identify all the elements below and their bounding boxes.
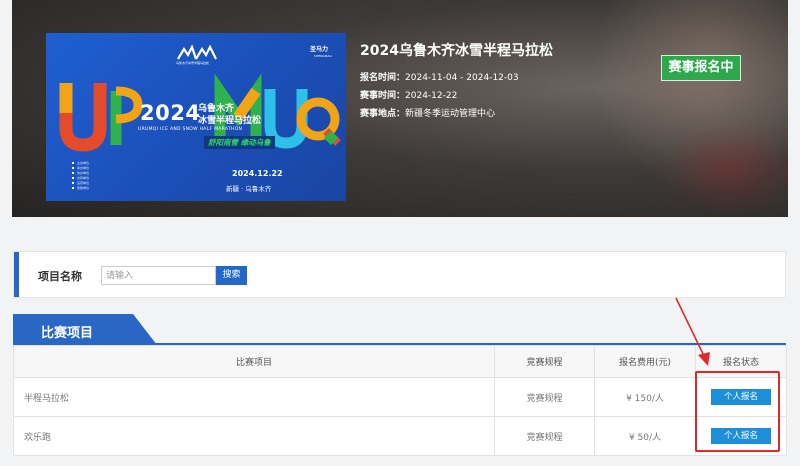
column-header-race-item: 比赛项目 xyxy=(13,345,495,378)
event-location: 赛事地点：新疆冬季运动管理中心 xyxy=(360,106,495,119)
poster-date: 2024.12.22 xyxy=(232,169,283,178)
table-row: 半程马拉松 竞赛规程 ¥ 150/人 个人报名 xyxy=(13,377,787,417)
poster-slogan: 舒阳南雪 缘动乌鲁 xyxy=(204,136,275,149)
column-header-rules: 竞赛规程 xyxy=(494,345,595,378)
race-fee-cell: ¥ 50/人 xyxy=(594,416,696,456)
event-time-value: 2024-12-22 xyxy=(405,91,458,101)
race-fee-cell: ¥ 150/人 xyxy=(594,377,696,417)
race-name-cell: 欢乐跑 xyxy=(13,416,495,456)
poster-year: 2024 xyxy=(140,101,201,125)
table-header-row: 比赛项目 竞赛规程 报名费用(元) 报名状态 xyxy=(13,345,787,378)
project-name-input[interactable] xyxy=(101,266,216,285)
search-button[interactable]: 搜索 xyxy=(216,266,247,285)
race-rules-link[interactable]: 竞赛规程 xyxy=(494,377,595,417)
race-items-table: 比赛项目 竞赛规程 报名费用(元) 报名状态 半程马拉松 竞赛规程 ¥ 150/… xyxy=(13,345,787,456)
project-name-label: 项目名称 xyxy=(38,270,82,283)
race-name-cell: 半程马拉松 xyxy=(13,377,495,417)
registration-time: 报名时间：2024-11-04 - 2024-12-03 xyxy=(360,70,519,83)
search-panel: 项目名称 搜索 xyxy=(13,251,786,298)
registration-status-badge: 赛事报名中 xyxy=(661,55,741,81)
event-location-label: 赛事地点： xyxy=(360,109,406,119)
search-panel-accent xyxy=(14,252,19,297)
poster-title-line2: 冰雪半程马拉松 xyxy=(198,116,262,126)
table-row: 欢乐跑 竞赛规程 ¥ 50/人 个人报名 xyxy=(13,416,787,456)
poster-english-title: URUMQI ICE AND SNOW HALF MARATHON xyxy=(138,127,243,132)
registration-time-label: 报名时间： xyxy=(360,73,406,83)
column-header-fee: 报名费用(元) xyxy=(594,345,696,378)
event-time-label: 赛事时间： xyxy=(360,91,406,101)
section-header: 比赛项目 xyxy=(13,314,786,345)
event-title: 2024乌鲁木齐冰雪半程马拉松 xyxy=(360,43,553,59)
annotation-highlight-box xyxy=(695,371,780,452)
poster-place: 新疆 · 乌鲁木齐 xyxy=(226,185,272,193)
race-rules-link[interactable]: 竞赛规程 xyxy=(494,416,595,456)
poster-org-line: 赞助单位 xyxy=(72,186,158,191)
event-time: 赛事时间：2024-12-22 xyxy=(360,88,457,101)
registration-time-value: 2024-11-04 - 2024-12-03 xyxy=(405,73,519,83)
section-title: 比赛项目 xyxy=(41,326,94,341)
event-location-value: 新疆冬季运动管理中心 xyxy=(405,109,496,119)
event-poster: 乌鲁木齐冰雪半程马拉松 圣马力 SHENGMALI 2024 乌鲁木齐 冰雪半程… xyxy=(46,33,346,201)
hero-background-runner-red xyxy=(662,120,788,217)
poster-organizers: 主办单位 承办单位 协办单位 支持单位 运营单位 赞助单位 xyxy=(72,161,158,191)
